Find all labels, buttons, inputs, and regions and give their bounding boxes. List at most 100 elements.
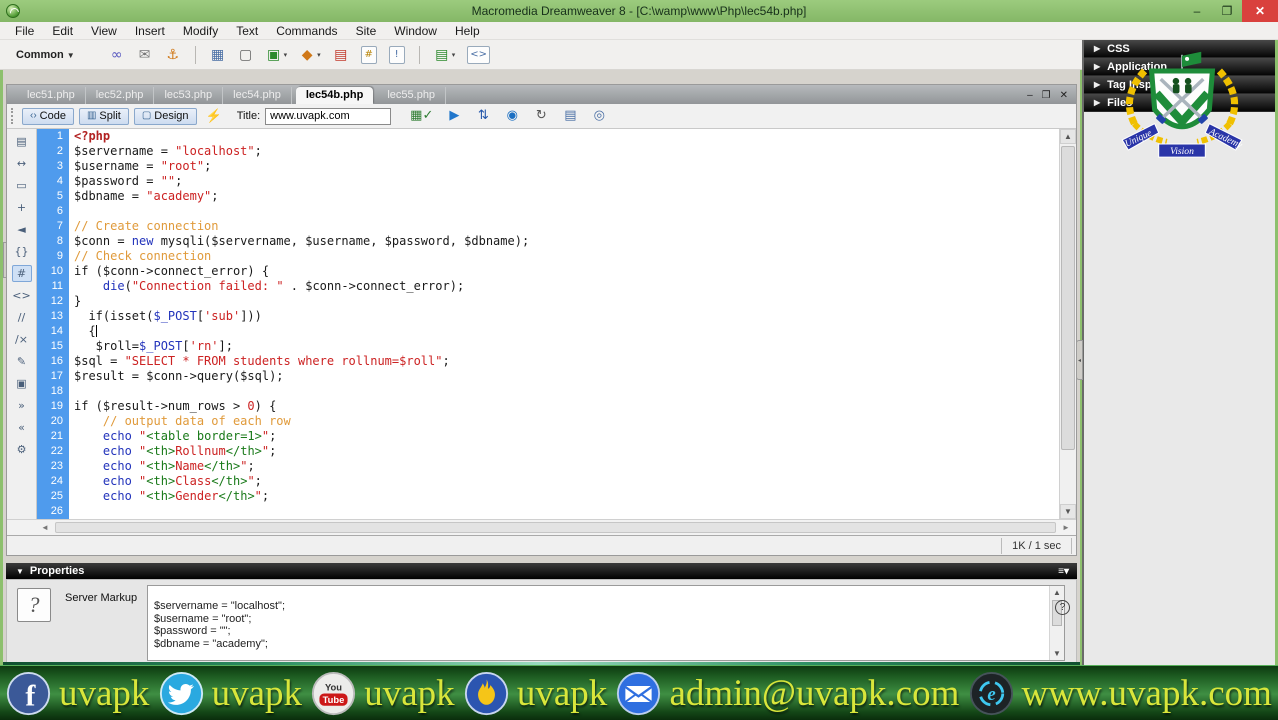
scroll-right-icon[interactable]: ► bbox=[1058, 520, 1074, 535]
apply-comment-icon[interactable]: // bbox=[12, 309, 32, 326]
category-dropdown[interactable]: Common ▼ bbox=[16, 49, 75, 61]
minimize-button[interactable]: – bbox=[1182, 0, 1212, 22]
collapse-selection-icon[interactable]: ▭ bbox=[12, 177, 32, 194]
highlight-invalid-icon[interactable]: <> bbox=[12, 287, 32, 304]
insert-div-icon[interactable]: ▢ bbox=[238, 47, 254, 63]
live-data-icon[interactable]: ⚡ bbox=[206, 108, 222, 124]
menu-insert[interactable]: Insert bbox=[126, 23, 174, 39]
social-link-uvapk[interactable]: uvapk bbox=[159, 671, 302, 716]
social-label[interactable]: uvapk bbox=[364, 671, 454, 716]
template-icon[interactable]: ▤ ▾ bbox=[434, 47, 455, 63]
browser-check-icon[interactable]: ◉ bbox=[504, 108, 520, 124]
menu-modify[interactable]: Modify bbox=[174, 23, 227, 39]
code-line[interactable]: 2 $servername = "localhost"; bbox=[37, 144, 1059, 159]
image-icon[interactable]: ▣ ▾ bbox=[266, 47, 287, 63]
hyperlink-icon[interactable]: ∞ bbox=[109, 47, 125, 63]
scroll-up-icon[interactable]: ▲ bbox=[1060, 129, 1076, 144]
document-title-input[interactable] bbox=[265, 107, 392, 125]
outdent-icon[interactable]: « bbox=[12, 419, 32, 436]
code-line[interactable]: 1 <?php bbox=[37, 129, 1059, 144]
date-icon[interactable]: ▤ bbox=[333, 47, 349, 63]
collapse-panels-handle[interactable]: ◂ bbox=[1076, 340, 1083, 380]
flame-icon[interactable] bbox=[464, 671, 509, 716]
code-line[interactable]: 7// Create connection bbox=[37, 219, 1059, 234]
menu-site[interactable]: Site bbox=[347, 23, 386, 39]
open-documents-icon[interactable]: ▤ bbox=[12, 133, 32, 150]
refresh-icon[interactable]: ↻ bbox=[533, 108, 549, 124]
code-line[interactable]: 17 $result = $conn->query($sql); bbox=[37, 369, 1059, 384]
social-link-www-uvapk-com[interactable]: e www.uvapk.com bbox=[969, 671, 1272, 716]
view-options-icon[interactable]: ▤ bbox=[562, 108, 578, 124]
recent-snippets-icon[interactable]: ▣ bbox=[12, 375, 32, 392]
code-line[interactable]: 8 $conn = new mysqli($servername, $userna… bbox=[37, 234, 1059, 249]
social-label[interactable]: uvapk bbox=[212, 671, 302, 716]
code-line[interactable]: 12} bbox=[37, 294, 1059, 309]
code-line[interactable]: 11 die("Connection failed: " . $conn->co… bbox=[37, 279, 1059, 294]
menu-edit[interactable]: Edit bbox=[43, 23, 82, 39]
youtube-icon[interactable]: You Tube bbox=[311, 671, 356, 716]
social-link-uvapk[interactable]: f uvapk bbox=[6, 671, 149, 716]
doc-minimize-button[interactable]: – bbox=[1027, 90, 1033, 101]
code-line[interactable]: 6 bbox=[37, 204, 1059, 219]
media-icon[interactable]: ◆ ▾ bbox=[299, 47, 321, 63]
tab-lec54.php[interactable]: lec54.php bbox=[223, 87, 292, 104]
scroll-down-icon[interactable]: ▼ bbox=[1060, 504, 1076, 519]
social-link-uvapk[interactable]: You Tube uvapk bbox=[311, 671, 455, 716]
menu-help[interactable]: Help bbox=[446, 23, 489, 39]
indent-icon[interactable]: » bbox=[12, 397, 32, 414]
social-label[interactable]: admin@uvapk.com bbox=[669, 671, 959, 716]
doc-close-button[interactable]: ✕ bbox=[1060, 90, 1068, 101]
code-line[interactable]: 14 { bbox=[37, 324, 1059, 339]
design-view-button[interactable]: ▢ Design bbox=[133, 107, 197, 125]
server-markup-content[interactable]: $servername = "localhost"; $username = "r… bbox=[147, 585, 1065, 661]
code-line[interactable]: 15 $roll=$_POST['rn']; bbox=[37, 339, 1059, 354]
scroll-up-icon[interactable]: ▲ bbox=[1050, 588, 1064, 597]
code-line[interactable]: 21 echo "<table border=1>"; bbox=[37, 429, 1059, 444]
email-link-icon[interactable]: ✉ bbox=[137, 47, 153, 63]
code-editor[interactable]: 1 <?php 2 $servername = "localhost"; 3 $usern… bbox=[37, 129, 1059, 519]
tab-lec54b.php[interactable]: lec54b.php bbox=[295, 87, 374, 104]
code-line[interactable]: 26 bbox=[37, 504, 1059, 519]
code-line[interactable]: 18 bbox=[37, 384, 1059, 399]
select-parent-tag-icon[interactable]: ◄ bbox=[12, 221, 32, 238]
menu-text[interactable]: Text bbox=[227, 23, 267, 39]
expand-all-icon[interactable]: + bbox=[12, 199, 32, 216]
table-icon[interactable]: ▦ bbox=[210, 47, 226, 63]
tab-lec53.php[interactable]: lec53.php bbox=[154, 87, 224, 104]
scrollbar-thumb[interactable] bbox=[1061, 146, 1075, 451]
format-source-icon[interactable]: ⚙ bbox=[12, 441, 32, 458]
code-view-button[interactable]: ‹› Code bbox=[22, 107, 74, 125]
line-numbers-icon[interactable]: # bbox=[11, 265, 32, 282]
horizontal-scrollbar[interactable]: ◄ ► bbox=[7, 519, 1076, 535]
close-button[interactable]: ✕ bbox=[1242, 0, 1278, 22]
remove-comment-icon[interactable]: /× bbox=[12, 331, 32, 348]
code-line[interactable]: 19 if ($result->num_rows > 0) { bbox=[37, 399, 1059, 414]
wrap-tag-icon[interactable]: ✎ bbox=[12, 353, 32, 370]
code-line[interactable]: 13 if(isset($_POST['sub'])) bbox=[37, 309, 1059, 324]
properties-scrollbar[interactable]: ▲ ▼ bbox=[1049, 586, 1064, 660]
code-line[interactable]: 9// Check connection bbox=[37, 249, 1059, 264]
social-label[interactable]: www.uvapk.com bbox=[1022, 671, 1272, 716]
code-line[interactable]: 16 $sql = "SELECT * FROM students where r… bbox=[37, 354, 1059, 369]
tab-lec52.php[interactable]: lec52.php bbox=[86, 87, 155, 104]
scroll-left-icon[interactable]: ◄ bbox=[37, 520, 53, 535]
code-line[interactable]: 4 $password = ""; bbox=[37, 174, 1059, 189]
collapse-full-tag-icon[interactable]: ↔ bbox=[12, 155, 32, 172]
hscrollbar-thumb[interactable] bbox=[55, 522, 1056, 533]
email-icon[interactable] bbox=[616, 671, 661, 716]
code-line[interactable]: 10 if ($conn->connect_error) { bbox=[37, 264, 1059, 279]
code-line[interactable]: 24 echo "<th>Class</th>"; bbox=[37, 474, 1059, 489]
file-status-icon[interactable]: ▦✓ bbox=[410, 108, 433, 124]
code-line[interactable]: 25 echo "<th>Gender</th>"; bbox=[37, 489, 1059, 504]
tag-chooser-icon[interactable]: <> bbox=[467, 45, 490, 64]
twitter-icon[interactable] bbox=[159, 671, 204, 716]
toolbar-grip[interactable] bbox=[11, 108, 15, 124]
restore-button[interactable]: ❐ bbox=[1212, 0, 1242, 22]
panel-menu-icon[interactable]: ≡▾ bbox=[1058, 566, 1069, 577]
menu-view[interactable]: View bbox=[82, 23, 126, 39]
social-link-admin-uvapk-com[interactable]: admin@uvapk.com bbox=[616, 671, 959, 716]
globe-icon[interactable]: e bbox=[969, 671, 1014, 716]
facebook-icon[interactable]: f bbox=[6, 671, 51, 716]
properties-header[interactable]: ▼ Properties ≡▾ bbox=[6, 563, 1077, 579]
code-line[interactable]: 20 // output data of each row bbox=[37, 414, 1059, 429]
